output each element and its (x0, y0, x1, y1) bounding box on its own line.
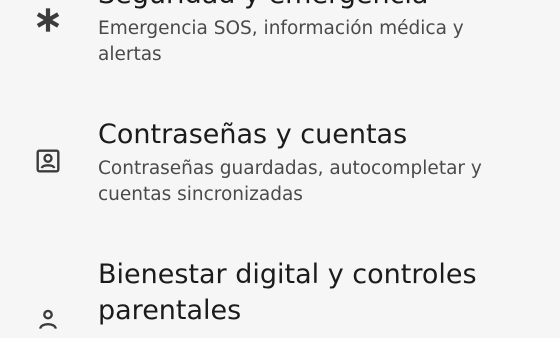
settings-item-subtitle: Emergencia SOS, información médica y ale… (98, 18, 464, 65)
settings-item-title: Seguridad y emergencia (98, 0, 538, 13)
account-box-icon (30, 143, 66, 179)
settings-item-digital-wellbeing[interactable]: Bienestar digital y controles parentales (0, 255, 560, 335)
asterisk-icon (30, 2, 66, 38)
settings-item-title: Contraseñas y cuentas (98, 119, 408, 150)
settings-item-passwords-accounts[interactable]: Contraseñas y cuentas Contraseñas guarda… (0, 114, 560, 224)
settings-item-subtitle: Contraseñas guardadas, autocompletar y c… (98, 158, 482, 205)
settings-item-title: Bienestar digital y controles parentales (98, 259, 477, 326)
settings-item-safety-emergency[interactable]: Seguridad y emergencia Emergencia SOS, i… (0, 0, 560, 87)
person-icon (30, 302, 66, 338)
